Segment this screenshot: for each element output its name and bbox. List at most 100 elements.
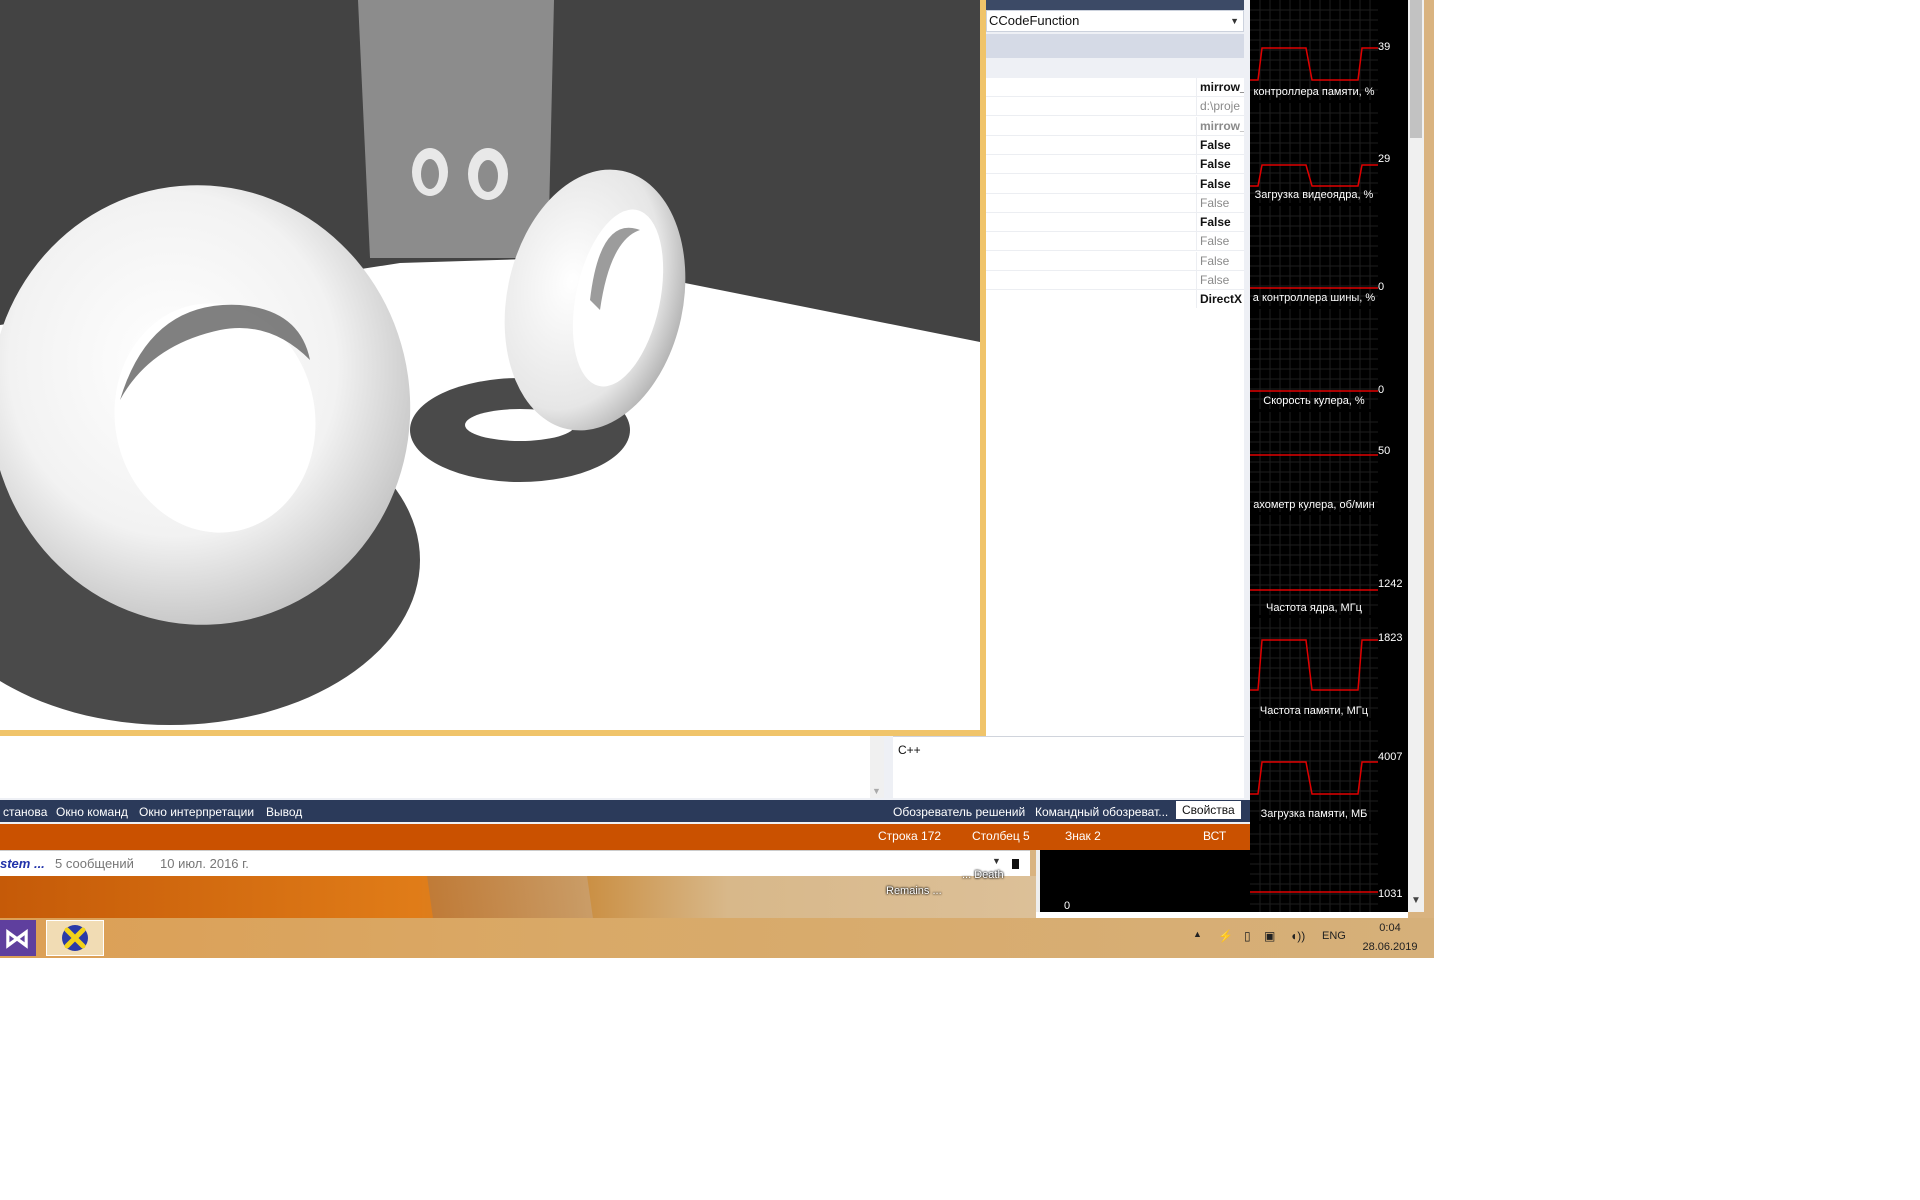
gpu-graph-value: 29 bbox=[1378, 153, 1391, 165]
tab-immediate-window[interactable]: Окно интерпретации bbox=[136, 803, 257, 821]
property-value[interactable]: False bbox=[1196, 155, 1244, 175]
property-value[interactable]: mirrow_ bbox=[1196, 116, 1244, 136]
gpu-graph bbox=[1250, 515, 1378, 615]
tab-output[interactable]: Вывод bbox=[263, 803, 305, 821]
taskbar-app-button[interactable] bbox=[46, 920, 104, 956]
gpu-graph bbox=[1250, 721, 1378, 821]
tab-breakpoints[interactable]: становa bbox=[0, 803, 50, 821]
property-row[interactable]: False bbox=[986, 135, 1244, 155]
properties-description: C++ bbox=[893, 736, 1244, 798]
property-row[interactable]: False bbox=[986, 271, 1244, 290]
status-char: Знак 2 bbox=[1065, 829, 1101, 843]
property-value[interactable]: mirrow_ bbox=[1196, 78, 1244, 97]
gpu-graph-label: ахометр кулера, об/мин bbox=[1253, 499, 1375, 511]
properties-description-text: C++ bbox=[898, 743, 921, 757]
property-value[interactable]: False bbox=[1196, 232, 1244, 252]
forum-topic-link[interactable]: stem ... bbox=[0, 856, 45, 871]
clock-time[interactable]: 0:04 bbox=[1360, 922, 1420, 934]
property-row[interactable]: False bbox=[986, 251, 1244, 271]
forum-messages-count: 5 сообщений bbox=[55, 856, 134, 871]
gpu-graph-label: контроллера памяти, % bbox=[1253, 86, 1375, 98]
property-row[interactable]: DirectX bbox=[986, 290, 1244, 310]
small-ring-hole bbox=[478, 160, 498, 192]
tab-class-view[interactable]: Командный обозреват... bbox=[1032, 803, 1171, 821]
desktop-icon-label[interactable]: ... Death bbox=[962, 869, 1004, 881]
clock-date[interactable]: 28.06.2019 bbox=[1355, 941, 1425, 953]
gpu-graph-value: 4007 bbox=[1378, 751, 1403, 763]
gpu-graph-label: Частота ядра, МГц bbox=[1266, 602, 1362, 614]
scroll-marker-icon bbox=[1012, 859, 1019, 869]
wallpaper-band bbox=[427, 876, 593, 918]
gpu-window-border bbox=[1036, 850, 1040, 912]
gpu-graph-line bbox=[1250, 47, 1378, 81]
properties-toolbar bbox=[986, 34, 1244, 58]
property-row[interactable]: False bbox=[986, 174, 1244, 194]
render-scene bbox=[0, 0, 980, 730]
gpu-graph bbox=[1250, 618, 1378, 718]
property-value[interactable]: False bbox=[1196, 135, 1244, 155]
action-center-icon[interactable]: ▯ bbox=[1244, 929, 1251, 943]
tab-command-window[interactable]: Окно команд bbox=[53, 803, 131, 821]
property-row[interactable]: False bbox=[986, 232, 1244, 252]
scroll-down-icon[interactable]: ▼ bbox=[872, 786, 881, 796]
status-insert-mode: ВСТ bbox=[1203, 829, 1227, 843]
properties-grid: mirrow_ d:\proje mirrow_ False False False Fal… bbox=[986, 78, 1244, 310]
desktop-screen: CCodeFunction ▼ mirrow_ d:\proje mirrow_ Fa… bbox=[0, 0, 1434, 958]
dropdown-arrow-icon[interactable]: ▼ bbox=[992, 856, 1001, 866]
property-row[interactable]: False bbox=[986, 155, 1244, 175]
properties-object-combo[interactable]: CCodeFunction ▼ bbox=[986, 10, 1244, 32]
render-viewport[interactable] bbox=[0, 0, 980, 730]
output-scrollbar[interactable]: ▼ bbox=[870, 736, 884, 798]
chevron-down-icon[interactable]: ▼ bbox=[1230, 11, 1239, 31]
property-row[interactable]: mirrow_ bbox=[986, 78, 1244, 97]
tab-properties[interactable]: Свойства bbox=[1176, 801, 1241, 819]
render-window-frame[interactable] bbox=[0, 0, 986, 736]
gpu-graph bbox=[1250, 309, 1378, 409]
gpu-scrollbar-thumb[interactable] bbox=[1410, 0, 1422, 138]
language-indicator[interactable]: ENG bbox=[1322, 930, 1346, 942]
display-icon[interactable]: ▣ bbox=[1264, 929, 1275, 943]
gpu-graph-value: 39 bbox=[1378, 41, 1391, 53]
gpu-graph bbox=[1250, 0, 1378, 100]
status-column: Столбец 5 bbox=[972, 829, 1030, 843]
tray-show-hidden-icon[interactable]: ▲ bbox=[1193, 929, 1202, 939]
tab-solution-explorer[interactable]: Обозреватель решений bbox=[890, 803, 1028, 821]
gpu-graph-value: 1242 bbox=[1378, 578, 1403, 590]
property-row[interactable]: mirrow_ bbox=[986, 116, 1244, 136]
gpu-graph-value: 0 bbox=[1378, 281, 1385, 293]
desktop-icon-label[interactable]: Remains ... bbox=[886, 885, 942, 897]
property-row[interactable]: d:\proje bbox=[986, 97, 1244, 117]
forum-date: 10 июл. 2016 г. bbox=[160, 856, 249, 871]
property-row[interactable]: False bbox=[986, 213, 1244, 233]
bottom-tool-tabs bbox=[0, 800, 884, 822]
forum-row[interactable]: stem ... 5 сообщений 10 июл. 2016 г. ▼ bbox=[0, 850, 1030, 877]
property-row[interactable]: False bbox=[986, 193, 1244, 213]
status-line: Строка 172 bbox=[878, 829, 942, 843]
property-value[interactable]: False bbox=[1196, 174, 1244, 194]
property-value[interactable]: DirectX bbox=[1196, 290, 1244, 310]
gpu-graph-label: а контроллера шины, % bbox=[1252, 292, 1376, 304]
gpu-graph bbox=[1250, 824, 1378, 912]
output-pane[interactable] bbox=[0, 736, 884, 798]
wall-panel bbox=[358, 0, 554, 258]
gpu-graph-value: 0 bbox=[1378, 384, 1385, 396]
properties-grid-empty bbox=[986, 308, 1244, 736]
gpu-graph-value: 1823 bbox=[1378, 632, 1403, 644]
gpu-graph-value: 1031 bbox=[1378, 888, 1403, 900]
network-icon[interactable]: ⚡ bbox=[1218, 929, 1233, 943]
property-value[interactable]: False bbox=[1196, 251, 1244, 271]
gpu-graph-label: Скорость кулера, % bbox=[1263, 395, 1365, 407]
gpu-graph-label: Загрузка видеоядра, % bbox=[1254, 189, 1374, 201]
xna-app-icon bbox=[62, 925, 88, 951]
volume-icon[interactable]: ◖)) bbox=[1290, 929, 1305, 943]
scroll-down-icon[interactable]: ▼ bbox=[1411, 895, 1421, 906]
taskbar-visual-studio-button[interactable]: ⋈ bbox=[0, 920, 36, 956]
status-bar: Строка 172 Столбец 5 Знак 2 ВСТ bbox=[0, 824, 1252, 850]
gpu-graph bbox=[1250, 412, 1378, 512]
property-value[interactable]: False bbox=[1196, 271, 1244, 290]
property-value[interactable]: False bbox=[1196, 213, 1244, 233]
property-value[interactable]: False bbox=[1196, 193, 1244, 213]
gpu-graph-value: 50 bbox=[1378, 445, 1391, 457]
property-value[interactable]: d:\proje bbox=[1196, 97, 1244, 117]
gpu-graph-line bbox=[1250, 761, 1378, 795]
